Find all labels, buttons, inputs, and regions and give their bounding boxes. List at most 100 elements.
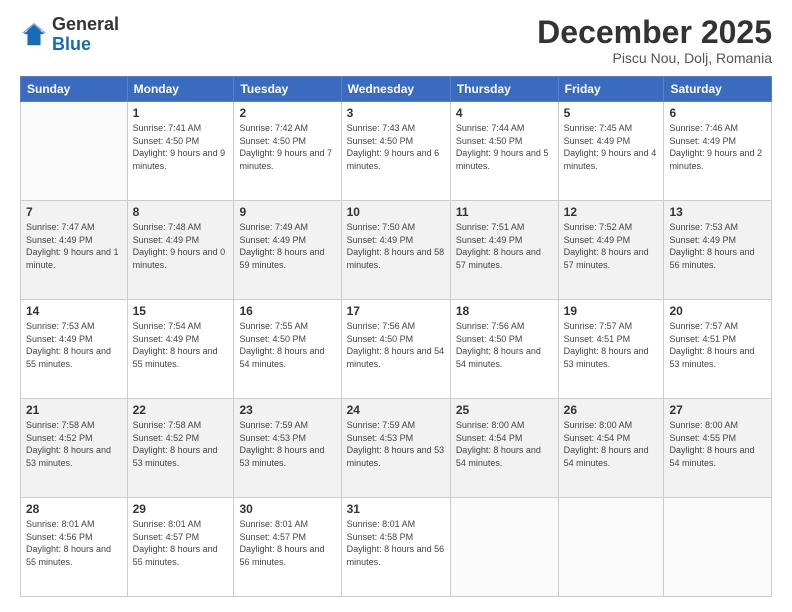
calendar-cell: 16 Sunrise: 7:55 AMSunset: 4:50 PMDaylig… — [234, 300, 341, 399]
day-detail: Sunrise: 7:56 AMSunset: 4:50 PMDaylight:… — [347, 320, 445, 370]
calendar-cell: 15 Sunrise: 7:54 AMSunset: 4:49 PMDaylig… — [127, 300, 234, 399]
day-number: 27 — [669, 403, 766, 417]
day-detail: Sunrise: 8:00 AMSunset: 4:54 PMDaylight:… — [564, 419, 659, 469]
day-number: 28 — [26, 502, 122, 516]
day-number: 9 — [239, 205, 335, 219]
day-number: 31 — [347, 502, 445, 516]
day-detail: Sunrise: 7:47 AMSunset: 4:49 PMDaylight:… — [26, 221, 122, 271]
calendar-cell: 18 Sunrise: 7:56 AMSunset: 4:50 PMDaylig… — [450, 300, 558, 399]
calendar-cell: 13 Sunrise: 7:53 AMSunset: 4:49 PMDaylig… — [664, 201, 772, 300]
calendar-week-row: 7 Sunrise: 7:47 AMSunset: 4:49 PMDayligh… — [21, 201, 772, 300]
day-detail: Sunrise: 7:59 AMSunset: 4:53 PMDaylight:… — [347, 419, 445, 469]
day-detail: Sunrise: 7:55 AMSunset: 4:50 PMDaylight:… — [239, 320, 335, 370]
day-number: 26 — [564, 403, 659, 417]
day-number: 10 — [347, 205, 445, 219]
day-detail: Sunrise: 8:01 AMSunset: 4:56 PMDaylight:… — [26, 518, 122, 568]
page: General Blue December 2025 Piscu Nou, Do… — [0, 0, 792, 612]
day-detail: Sunrise: 7:44 AMSunset: 4:50 PMDaylight:… — [456, 122, 553, 172]
day-detail: Sunrise: 7:57 AMSunset: 4:51 PMDaylight:… — [564, 320, 659, 370]
day-number: 6 — [669, 106, 766, 120]
day-number: 23 — [239, 403, 335, 417]
day-detail: Sunrise: 7:49 AMSunset: 4:49 PMDaylight:… — [239, 221, 335, 271]
day-detail: Sunrise: 7:48 AMSunset: 4:49 PMDaylight:… — [133, 221, 229, 271]
day-number: 12 — [564, 205, 659, 219]
day-number: 7 — [26, 205, 122, 219]
calendar-cell: 14 Sunrise: 7:53 AMSunset: 4:49 PMDaylig… — [21, 300, 128, 399]
day-number: 8 — [133, 205, 229, 219]
calendar-cell: 1 Sunrise: 7:41 AMSunset: 4:50 PMDayligh… — [127, 102, 234, 201]
day-detail: Sunrise: 7:54 AMSunset: 4:49 PMDaylight:… — [133, 320, 229, 370]
day-number: 1 — [133, 106, 229, 120]
calendar-week-row: 14 Sunrise: 7:53 AMSunset: 4:49 PMDaylig… — [21, 300, 772, 399]
day-detail: Sunrise: 7:52 AMSunset: 4:49 PMDaylight:… — [564, 221, 659, 271]
day-detail: Sunrise: 8:01 AMSunset: 4:58 PMDaylight:… — [347, 518, 445, 568]
logo: General Blue — [20, 15, 119, 55]
day-detail: Sunrise: 7:53 AMSunset: 4:49 PMDaylight:… — [26, 320, 122, 370]
header-saturday: Saturday — [664, 77, 772, 102]
day-number: 21 — [26, 403, 122, 417]
header-friday: Friday — [558, 77, 664, 102]
day-detail: Sunrise: 7:50 AMSunset: 4:49 PMDaylight:… — [347, 221, 445, 271]
calendar-week-row: 1 Sunrise: 7:41 AMSunset: 4:50 PMDayligh… — [21, 102, 772, 201]
calendar-cell: 22 Sunrise: 7:58 AMSunset: 4:52 PMDaylig… — [127, 399, 234, 498]
calendar-week-row: 21 Sunrise: 7:58 AMSunset: 4:52 PMDaylig… — [21, 399, 772, 498]
day-number: 4 — [456, 106, 553, 120]
calendar-cell: 26 Sunrise: 8:00 AMSunset: 4:54 PMDaylig… — [558, 399, 664, 498]
header-thursday: Thursday — [450, 77, 558, 102]
day-number: 3 — [347, 106, 445, 120]
calendar-cell: 30 Sunrise: 8:01 AMSunset: 4:57 PMDaylig… — [234, 498, 341, 597]
day-detail: Sunrise: 7:51 AMSunset: 4:49 PMDaylight:… — [456, 221, 553, 271]
day-number: 17 — [347, 304, 445, 318]
calendar-cell — [664, 498, 772, 597]
header: General Blue December 2025 Piscu Nou, Do… — [20, 15, 772, 66]
calendar-cell: 3 Sunrise: 7:43 AMSunset: 4:50 PMDayligh… — [341, 102, 450, 201]
day-number: 25 — [456, 403, 553, 417]
day-detail: Sunrise: 7:43 AMSunset: 4:50 PMDaylight:… — [347, 122, 445, 172]
calendar-cell: 31 Sunrise: 8:01 AMSunset: 4:58 PMDaylig… — [341, 498, 450, 597]
header-sunday: Sunday — [21, 77, 128, 102]
day-number: 18 — [456, 304, 553, 318]
calendar-cell: 29 Sunrise: 8:01 AMSunset: 4:57 PMDaylig… — [127, 498, 234, 597]
day-detail: Sunrise: 8:00 AMSunset: 4:54 PMDaylight:… — [456, 419, 553, 469]
calendar-cell: 25 Sunrise: 8:00 AMSunset: 4:54 PMDaylig… — [450, 399, 558, 498]
location-subtitle: Piscu Nou, Dolj, Romania — [537, 50, 772, 66]
day-number: 20 — [669, 304, 766, 318]
month-title: December 2025 — [537, 15, 772, 50]
day-number: 5 — [564, 106, 659, 120]
day-detail: Sunrise: 7:56 AMSunset: 4:50 PMDaylight:… — [456, 320, 553, 370]
day-detail: Sunrise: 8:01 AMSunset: 4:57 PMDaylight:… — [239, 518, 335, 568]
calendar-cell: 11 Sunrise: 7:51 AMSunset: 4:49 PMDaylig… — [450, 201, 558, 300]
day-number: 19 — [564, 304, 659, 318]
calendar-cell: 24 Sunrise: 7:59 AMSunset: 4:53 PMDaylig… — [341, 399, 450, 498]
calendar-cell: 8 Sunrise: 7:48 AMSunset: 4:49 PMDayligh… — [127, 201, 234, 300]
day-detail: Sunrise: 7:42 AMSunset: 4:50 PMDaylight:… — [239, 122, 335, 172]
calendar-cell: 19 Sunrise: 7:57 AMSunset: 4:51 PMDaylig… — [558, 300, 664, 399]
header-wednesday: Wednesday — [341, 77, 450, 102]
calendar-cell: 20 Sunrise: 7:57 AMSunset: 4:51 PMDaylig… — [664, 300, 772, 399]
calendar-cell: 5 Sunrise: 7:45 AMSunset: 4:49 PMDayligh… — [558, 102, 664, 201]
day-number: 22 — [133, 403, 229, 417]
day-number: 13 — [669, 205, 766, 219]
day-detail: Sunrise: 7:41 AMSunset: 4:50 PMDaylight:… — [133, 122, 229, 172]
calendar-cell: 28 Sunrise: 8:01 AMSunset: 4:56 PMDaylig… — [21, 498, 128, 597]
calendar-cell: 12 Sunrise: 7:52 AMSunset: 4:49 PMDaylig… — [558, 201, 664, 300]
day-detail: Sunrise: 7:58 AMSunset: 4:52 PMDaylight:… — [26, 419, 122, 469]
day-number: 15 — [133, 304, 229, 318]
calendar-week-row: 28 Sunrise: 8:01 AMSunset: 4:56 PMDaylig… — [21, 498, 772, 597]
day-number: 24 — [347, 403, 445, 417]
title-block: December 2025 Piscu Nou, Dolj, Romania — [537, 15, 772, 66]
calendar-cell: 21 Sunrise: 7:58 AMSunset: 4:52 PMDaylig… — [21, 399, 128, 498]
header-monday: Monday — [127, 77, 234, 102]
calendar-cell: 9 Sunrise: 7:49 AMSunset: 4:49 PMDayligh… — [234, 201, 341, 300]
day-detail: Sunrise: 7:46 AMSunset: 4:49 PMDaylight:… — [669, 122, 766, 172]
calendar-cell — [21, 102, 128, 201]
calendar-cell — [558, 498, 664, 597]
day-number: 29 — [133, 502, 229, 516]
day-detail: Sunrise: 8:01 AMSunset: 4:57 PMDaylight:… — [133, 518, 229, 568]
day-number: 16 — [239, 304, 335, 318]
calendar-cell — [450, 498, 558, 597]
calendar-cell: 4 Sunrise: 7:44 AMSunset: 4:50 PMDayligh… — [450, 102, 558, 201]
calendar-cell: 7 Sunrise: 7:47 AMSunset: 4:49 PMDayligh… — [21, 201, 128, 300]
day-detail: Sunrise: 7:45 AMSunset: 4:49 PMDaylight:… — [564, 122, 659, 172]
day-detail: Sunrise: 8:00 AMSunset: 4:55 PMDaylight:… — [669, 419, 766, 469]
